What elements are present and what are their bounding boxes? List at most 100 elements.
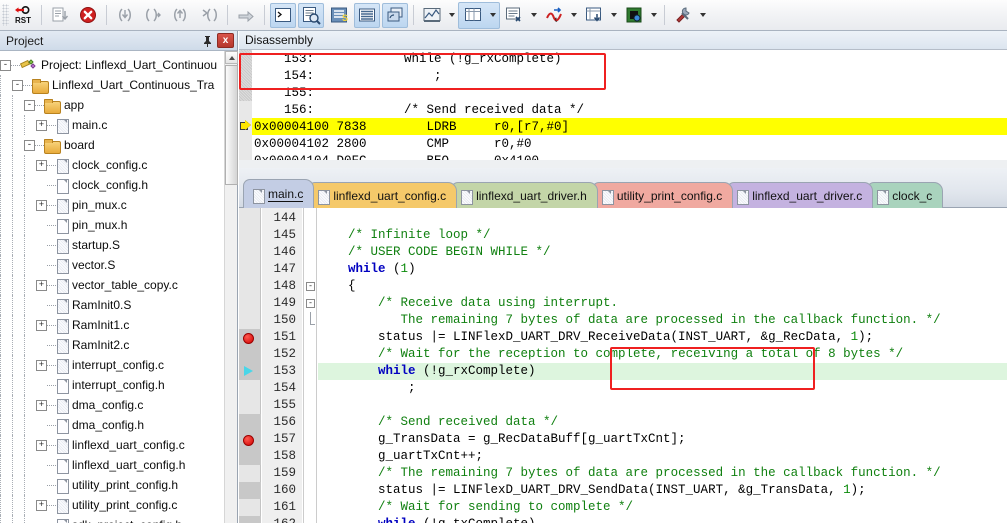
tree-item[interactable]: startup.S [0, 235, 225, 255]
breakpoint-icon[interactable] [239, 431, 261, 448]
disassembly-gutter[interactable] [239, 84, 252, 101]
tree-expander[interactable]: - [0, 59, 11, 71]
tree-item[interactable]: + dma_config.c [0, 395, 225, 415]
rtos-dropdown-caret[interactable] [608, 3, 620, 28]
project-tree-scrollbar[interactable] [224, 51, 238, 523]
editor-tab[interactable]: linflexd_uart_driver.c [727, 182, 874, 208]
pin-icon[interactable] [199, 33, 215, 49]
tree-expander[interactable]: + [36, 159, 47, 171]
target-chip-button[interactable] [621, 3, 647, 28]
tree-expander[interactable]: + [36, 439, 47, 451]
tree-item[interactable]: - app [0, 95, 225, 115]
tree-item[interactable]: pin_mux.h [0, 215, 225, 235]
tree-item[interactable]: + main.c [0, 115, 225, 135]
fold-collapse-icon[interactable]: - [306, 299, 315, 308]
profiling-dropdown-caret[interactable] [568, 3, 580, 28]
tree-item[interactable]: utility_print_config.h [0, 475, 225, 495]
executable-line-marker[interactable] [239, 414, 261, 431]
disassembly-line[interactable]: 156: /* Send received data */ [239, 101, 1007, 118]
tree-expander[interactable]: + [36, 499, 47, 511]
tree-item[interactable]: interrupt_config.h [0, 375, 225, 395]
tree-item[interactable]: + RamInit1.c [0, 315, 225, 335]
editor-tab[interactable]: clock_c [867, 182, 944, 208]
tree-item[interactable]: clock_config.h [0, 175, 225, 195]
profiling-button[interactable]: t [541, 3, 567, 28]
disassembly-line[interactable]: 0x00004102 2800 CMP r0,#0 [239, 135, 1007, 152]
executable-line-marker[interactable] [239, 346, 261, 363]
step-over-button[interactable] [140, 3, 166, 28]
tree-expander[interactable]: + [36, 399, 47, 411]
tree-item[interactable]: RamInit0.S [0, 295, 225, 315]
disassembly-line[interactable]: 154: ; [239, 67, 1007, 84]
breakpoint-icon[interactable] [239, 329, 261, 346]
tree-item[interactable]: + linflexd_uart_config.c [0, 435, 225, 455]
editor-tab[interactable]: linflexd_uart_config.c [308, 182, 458, 208]
tree-item[interactable]: + utility_print_config.c [0, 495, 225, 515]
disassembly-button[interactable] [298, 2, 324, 28]
breakpoints-dropdown-caret[interactable] [528, 3, 540, 28]
tree-expander[interactable]: - [24, 99, 35, 111]
tree-item[interactable]: sdk_project_config.h [0, 515, 225, 523]
tree-expander[interactable]: + [36, 359, 47, 371]
terminal-button[interactable] [270, 2, 296, 28]
watch-button[interactable] [460, 3, 486, 28]
tree-item[interactable]: - Project: Linflexd_Uart_Continuou [0, 55, 225, 75]
tree-item[interactable]: + vector_table_copy.c [0, 275, 225, 295]
tree-item[interactable]: + interrupt_config.c [0, 355, 225, 375]
scroll-thumb[interactable] [225, 65, 238, 185]
disassembly-gutter[interactable] [239, 101, 252, 118]
disassembly-line[interactable]: 0x00004100 7838 LDRB r0,[r7,#0] [239, 118, 1007, 135]
tree-item[interactable]: + pin_mux.c [0, 195, 225, 215]
tree-item[interactable]: - Linflexd_Uart_Continuous_Tra [0, 75, 225, 95]
close-icon[interactable]: x [217, 33, 234, 48]
execution-pointer-icon[interactable] [239, 363, 261, 380]
step-into-button[interactable] [112, 3, 138, 28]
tree-item[interactable]: - board [0, 135, 225, 155]
tree-expander[interactable]: - [12, 79, 23, 91]
stop-debug-button[interactable] [75, 3, 101, 28]
disassembly-gutter[interactable] [239, 67, 252, 84]
watch-dropdown-caret[interactable] [487, 3, 499, 28]
scroll-up-arrow[interactable] [225, 51, 238, 64]
executable-line-marker[interactable] [239, 516, 261, 523]
tools-dropdown-caret[interactable] [697, 3, 709, 28]
disassembly-line[interactable]: 155: [239, 84, 1007, 101]
run-to-cursor-button[interactable] [196, 3, 222, 28]
tree-item[interactable]: + clock_config.c [0, 155, 225, 175]
tree-expander[interactable]: + [36, 279, 47, 291]
toolbar-grip[interactable] [2, 4, 9, 26]
editor-tab[interactable]: linflexd_uart_driver.h [451, 182, 598, 208]
disassembly-line[interactable]: 153: while (!g_rxComplete) [239, 50, 1007, 67]
tree-expander[interactable]: - [24, 139, 35, 151]
trace-dropdown-caret[interactable] [446, 3, 458, 28]
editor-tab[interactable]: utility_print_config.c [591, 182, 734, 208]
executable-line-marker[interactable] [239, 448, 261, 465]
disassembly-gutter[interactable] [239, 135, 252, 152]
tree-item[interactable]: vector.S [0, 255, 225, 275]
step-out-button[interactable] [168, 3, 194, 28]
trace-button[interactable] [419, 3, 445, 28]
fold-collapse-icon[interactable]: - [306, 282, 315, 291]
breakpoints-button[interactable] [501, 3, 527, 28]
editor-fold-gutter[interactable] [303, 208, 317, 523]
tree-item[interactable]: dma_config.h [0, 415, 225, 435]
tree-item[interactable]: linflexd_uart_config.h [0, 455, 225, 475]
editor-tab[interactable]: main.c [243, 179, 315, 208]
project-tree[interactable]: - Project: Linflexd_Uart_Continuou - Linfle… [0, 51, 225, 523]
tree-item[interactable]: RamInit2.c [0, 335, 225, 355]
tree-expander[interactable]: + [36, 199, 47, 211]
code-editor[interactable]: 144 145 /* Infinite loop */ 146 /* USER CO… [239, 208, 1007, 523]
step-forward-button[interactable] [233, 3, 259, 28]
symbols-button[interactable]: S [326, 3, 352, 28]
tree-expander[interactable]: + [36, 319, 47, 331]
disassembly-body[interactable]: 153: while (!g_rxComplete) 154: ; 155: 1… [239, 50, 1007, 168]
target-dropdown-caret[interactable] [648, 3, 660, 28]
executable-line-marker[interactable] [239, 482, 261, 499]
reset-button[interactable]: RST [10, 3, 36, 28]
memory-button[interactable] [382, 2, 408, 28]
registers-button[interactable] [354, 2, 380, 28]
rtos-button[interactable] [581, 3, 607, 28]
tools-button[interactable] [670, 3, 696, 28]
tree-expander[interactable]: + [36, 119, 47, 131]
tab-list[interactable]: main.c linflexd_uart_config.c linflexd_uar… [243, 179, 944, 208]
